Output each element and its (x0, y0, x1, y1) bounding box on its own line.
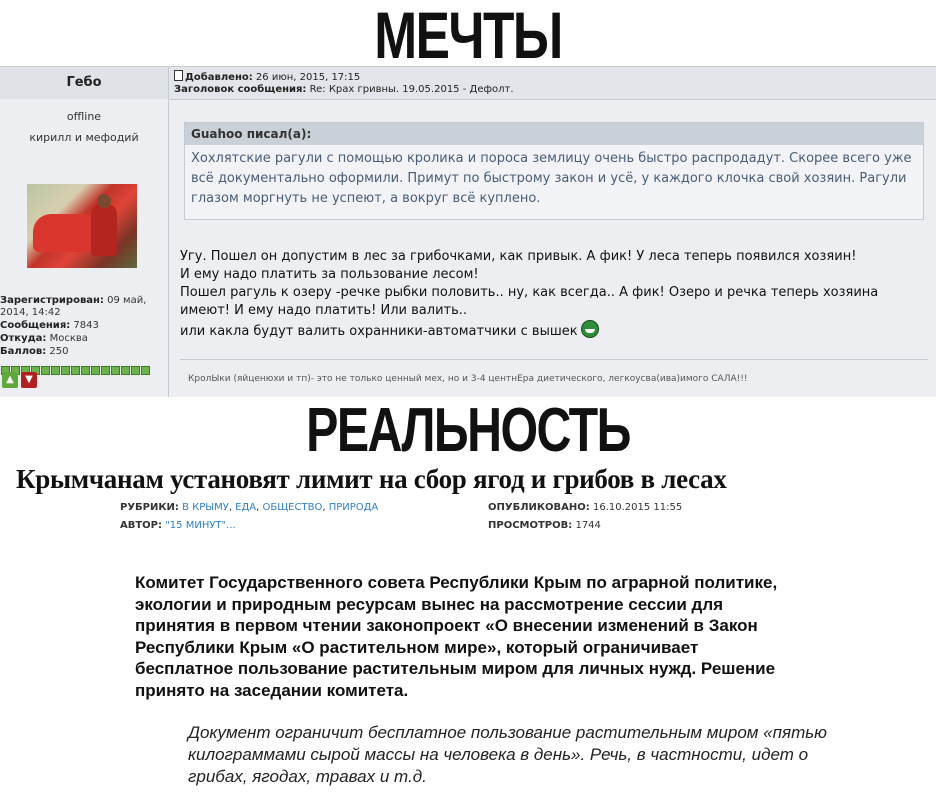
post-line: Угу. Пошел он допустим в лес за грибочка… (180, 249, 857, 264)
post-line: Пошел рагуль к озеру -речке рыбки полови… (180, 285, 879, 318)
post-icon[interactable] (174, 70, 183, 81)
rubric-link[interactable]: ЕДА (235, 502, 256, 513)
signature: КролЫки (яйценюхи и тп)- это не только ц… (180, 359, 928, 384)
author-line: АВТОР: "15 МИНУТ"... (120, 520, 236, 531)
rating-bars (1, 360, 169, 375)
rubric-link[interactable]: ОБЩЕСТВО (263, 502, 323, 513)
posted-label: Добавлено: (185, 72, 253, 83)
rubric-link[interactable]: В КРЫМУ (182, 502, 229, 513)
post-header: Добавлено: 26 июн, 2015, 17:15 Заголовок… (169, 67, 936, 100)
thumbs-up-icon[interactable]: ▲ (2, 372, 18, 388)
rating-bar (121, 366, 130, 375)
rubrics-line: РУБРИКИ: В КРЫМУ, ЕДА, ОБЩЕСТВО, ПРИРОДА (120, 502, 379, 513)
stat-points: Баллов: 250 (0, 346, 168, 358)
rating-bar (71, 366, 80, 375)
published-label: ОПУБЛИКОВАНО: (488, 502, 590, 513)
author-column: offline кирилл и мефодий Зарегистрирован… (0, 100, 169, 397)
rating-bar (41, 366, 50, 375)
avatar-head-shape (97, 194, 111, 208)
rating-bar (111, 366, 120, 375)
user-title: кирилл и мефодий (29, 131, 139, 144)
forum-post: Гебо Добавлено: 26 июн, 2015, 17:15 Заго… (0, 66, 936, 397)
news-author-label: АВТОР: (120, 520, 163, 531)
quote-block: Guahoo писал(а): Хохлятские рагули с пом… (184, 122, 924, 220)
messages-label: Сообщения: (0, 320, 71, 331)
views-label: ПРОСМОТРОВ: (488, 520, 573, 531)
rating-bar (81, 366, 90, 375)
news-quote: Документ ограничит бесплатное пользовани… (188, 723, 827, 786)
post-line: И ему надо платить за пользование лесом! (180, 267, 479, 282)
post-line-last: или какла будут валить охранники-автомат… (180, 320, 928, 341)
subject-label: Заголовок сообщения: (174, 84, 307, 95)
news-headline[interactable]: Крымчанам установят лимит на сбор ягод и… (16, 464, 926, 495)
online-status: offline (66, 110, 102, 123)
rating-bar (131, 366, 140, 375)
posted-value: 26 июн, 2015, 17:15 (255, 72, 361, 83)
stat-from: Откуда: Москва (0, 333, 168, 345)
stat-messages: Сообщения: 7843 (0, 320, 168, 332)
views-value: 1744 (575, 520, 601, 531)
avatar-person-shape (91, 204, 117, 256)
from-label: Откуда: (0, 333, 47, 344)
subject-value: Re: Крах гривны. 19.05.2015 - Дефолт. (309, 84, 514, 95)
quote-author: Guahoo писал(а): (185, 123, 923, 145)
thumbs-down-icon[interactable]: ▼ (21, 372, 37, 388)
post-body: Угу. Пошел он допустим в лес за грибочка… (180, 248, 928, 341)
caption-dreams: МЕЧТЫ (374, 0, 563, 72)
rating-bar (91, 366, 100, 375)
rubrics-label: РУБРИКИ: (120, 502, 179, 513)
news-author-link[interactable]: "15 МИНУТ"... (165, 520, 235, 531)
caption-reality: РЕАЛЬНОСТЬ (306, 396, 631, 465)
post-subject-line: Заголовок сообщения: Re: Крах гривны. 19… (174, 84, 514, 95)
rating-bar (141, 366, 150, 375)
smile-icon (580, 320, 599, 338)
points-label: Баллов: (0, 346, 47, 357)
rating-bar (61, 366, 70, 375)
rating-bar (51, 366, 60, 375)
post-line-text: или какла будут валить охранники-автомат… (180, 324, 578, 339)
views-line: ПРОСМОТРОВ: 1744 (488, 520, 601, 531)
author-name[interactable]: Гебо (0, 67, 169, 99)
points-value: 250 (49, 346, 69, 357)
rating-bar (101, 366, 110, 375)
messages-value: 7843 (73, 320, 99, 331)
published-line: ОПУБЛИКОВАНО: 16.10.2015 11:55 (488, 502, 682, 513)
from-value: Москва (49, 333, 88, 344)
quote-text: Хохлятские рагули с помощью кролика и по… (191, 151, 912, 206)
registered-label: Зарегистрирован: (0, 295, 104, 306)
published-value: 16.10.2015 11:55 (592, 502, 683, 513)
avatar[interactable] (27, 184, 137, 268)
news-lead: Комитет Государственного совета Республи… (135, 573, 778, 700)
rubric-link[interactable]: ПРИРОДА (329, 502, 379, 513)
stat-registered: Зарегистрирован: 09 май, 2014, 14:42 (0, 295, 168, 319)
post-date-line: Добавлено: 26 июн, 2015, 17:15 (174, 70, 360, 83)
